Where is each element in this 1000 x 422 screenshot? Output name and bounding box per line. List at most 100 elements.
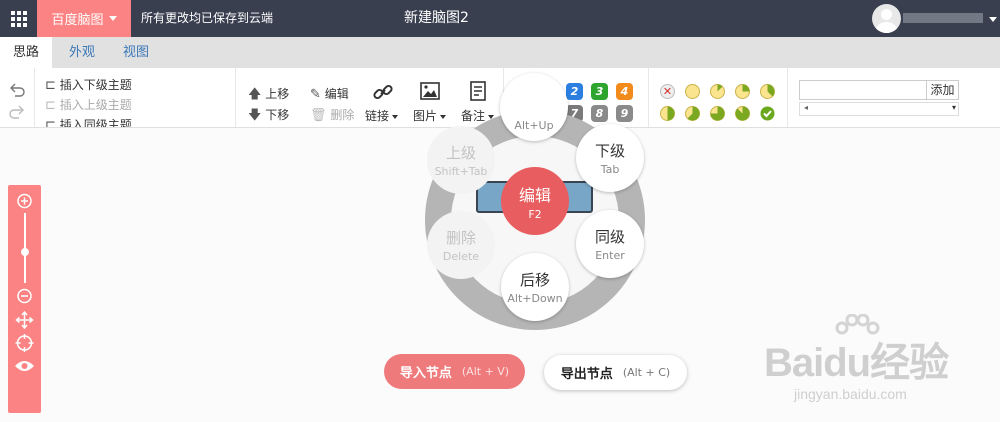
undo-icon[interactable] [8,82,26,98]
divider [34,68,35,127]
top-bar: 百度脑图 所有更改均已保存到云端 新建脑图2 [0,0,1000,37]
eye-icon[interactable] [8,359,41,373]
import-shortcut: (Alt + V) [461,365,510,378]
scroll-left-icon[interactable]: ◂ [804,103,808,112]
note-label: 备注 [461,109,486,123]
edit-button[interactable]: ✎ 编辑 [310,85,349,102]
user-name-blurred[interactable] [903,13,983,23]
insert-child-button[interactable]: ⊏ 插入下级主题 [45,76,132,93]
insert-sibling-label: 插入同级主题 [59,118,132,128]
move-down-shortcut: Alt+Down [507,292,563,305]
progress-5-icon[interactable] [685,106,700,121]
insert-parent-button[interactable]: ⊏ 插入上级主题 [45,96,132,113]
link-label: 链接 [365,109,390,123]
edit-shortcut: F2 [528,207,542,221]
radial-edit[interactable]: 编辑 F2 [501,167,569,235]
chevron-down-icon [440,114,447,119]
move-up-button[interactable]: 🡅 上移 [248,85,289,107]
progress-7-icon[interactable] [735,106,750,121]
image-icon[interactable] [420,82,440,100]
radial-sibling[interactable]: 同级 Enter [576,210,644,278]
move-canvas-icon[interactable] [8,311,41,329]
move-down-label: 后移 [519,271,550,289]
priority-4[interactable]: 4 [616,83,633,100]
radial-move-up[interactable]: Alt+Up [500,73,568,141]
progress-4-icon[interactable] [660,106,675,121]
tab-view[interactable]: 视图 [110,37,162,68]
sibling-shortcut: Enter [595,249,625,262]
child-label: 下级 [594,142,625,160]
link-menu-button[interactable]: 链接 [365,107,399,124]
move-down-button[interactable]: 🡇 下移 [248,106,290,127]
apps-grid-icon[interactable] [0,0,37,37]
parent-shortcut: Shift+Tab [434,165,488,178]
watermark: Baidu经验 jingyan.baidu.com [764,310,964,410]
sibling-label: 同级 [594,228,625,246]
child-shortcut: Tab [600,163,620,176]
edit-label: 编辑 [518,185,551,205]
chevron-down-icon[interactable]: ▾ [952,103,956,112]
move-up-label: 上移 [265,87,290,101]
user-avatar[interactable] [872,4,901,33]
radial-child[interactable]: 下级 Tab [576,124,644,192]
add-resource-button[interactable]: 添加 [927,80,959,100]
delete-shortcut: Delete [442,250,480,263]
user-menu-chevron-icon[interactable] [989,17,997,22]
note-icon[interactable] [469,81,487,101]
zoom-in-icon[interactable] [8,193,41,209]
radial-move-down[interactable]: 后移 Alt+Down [501,253,569,321]
priority-3[interactable]: 3 [591,83,608,100]
move-up-shortcut: Alt+Up [514,118,554,132]
zoom-out-icon[interactable] [8,288,41,304]
image-label: 图片 [413,109,438,123]
priority-8[interactable]: 8 [591,105,608,122]
divider [235,68,236,127]
watermark-logo: Baidu经验 [764,341,949,385]
progress-1-icon[interactable] [710,84,725,99]
divider [648,68,649,127]
insert-parent-icon: ⊏ [45,98,56,113]
trash-icon: 🗑 [310,108,327,123]
tab-appearance[interactable]: 外观 [56,37,108,68]
insert-parent-label: 插入上级主题 [59,98,132,112]
edit-label: 编辑 [324,87,349,101]
priority-2[interactable]: 2 [566,83,583,100]
move-down-label: 下移 [265,108,290,122]
resource-input[interactable] [799,80,927,100]
progress-2-icon[interactable] [735,84,750,99]
remove-progress-icon[interactable]: ✕ [660,84,675,99]
locate-center-icon[interactable] [8,334,41,352]
save-status: 所有更改均已保存到云端 [141,11,274,25]
zoom-slider-handle[interactable] [20,248,29,256]
watermark-url: jingyan.baidu.com [794,386,907,402]
document-title[interactable]: 新建脑图2 [404,0,469,37]
link-icon[interactable] [372,81,394,103]
import-node-button[interactable]: 导入节点 (Alt + V) [384,354,525,389]
progress-done-icon[interactable] [760,106,775,121]
progress-0-icon[interactable] [685,84,700,99]
redo-icon[interactable] [8,104,26,120]
divider [787,68,788,127]
export-shortcut: (Alt + C) [622,366,671,379]
delete-button[interactable]: 🗑 删除 [310,106,354,123]
parent-label: 上级 [445,144,476,162]
brand-menu-button[interactable]: 百度脑图 [37,0,131,37]
chevron-down-icon [392,114,399,119]
radial-delete[interactable]: 删除 Delete [427,211,495,279]
delete-label: 删除 [445,229,476,247]
insert-sibling-button[interactable]: ⊏ 插入同级主题 [45,116,132,128]
priority-9[interactable]: 9 [616,105,633,122]
chevron-down-icon [108,16,117,21]
tab-ideas[interactable]: 思路 [0,37,52,68]
progress-3-icon[interactable] [760,84,775,99]
radial-parent[interactable]: 上级 Shift+Tab [427,126,495,194]
progress-6-icon[interactable] [710,106,725,121]
delete-label: 删除 [330,108,355,122]
insert-child-icon: ⊏ [45,78,56,93]
zoom-toolbar [8,185,41,413]
main-tabs: 思路 外观 视图 [0,37,1000,68]
arrow-down-icon: 🡇 [248,108,262,123]
export-node-button[interactable]: 导出节点 (Alt + C) [544,355,687,390]
resource-select[interactable]: ◂ ▾ [799,102,959,116]
image-menu-button[interactable]: 图片 [413,107,447,124]
